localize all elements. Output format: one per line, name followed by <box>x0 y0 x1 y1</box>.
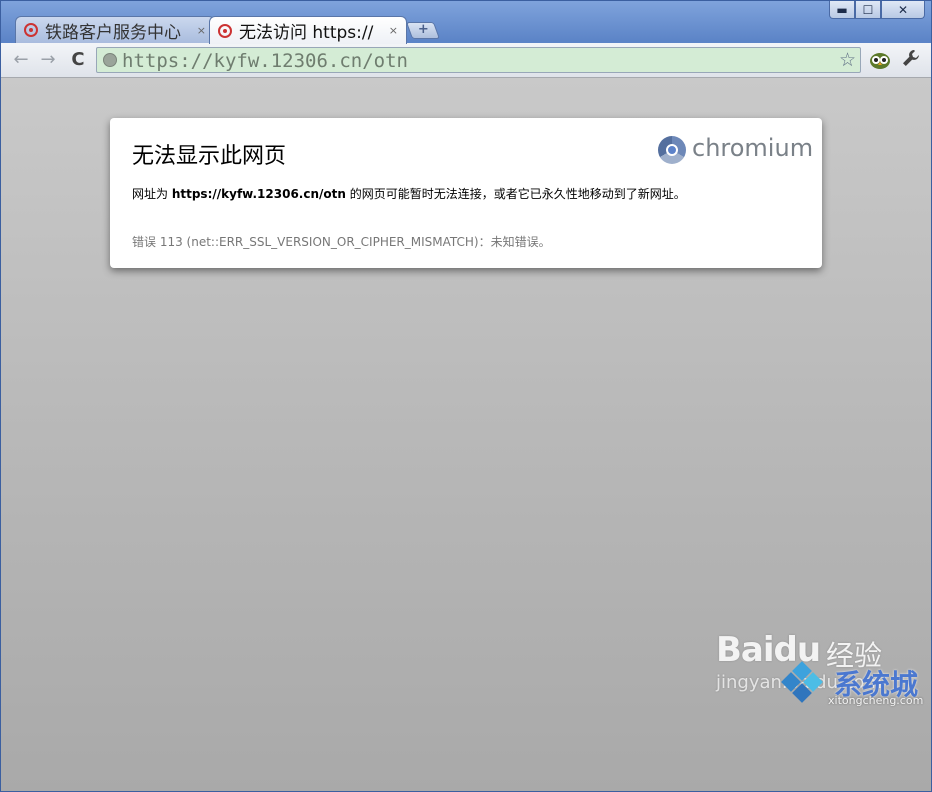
tab-strip: 铁路客户服务中心 × 无法访问 https:// × + <box>9 16 609 44</box>
tab-cannot-access[interactable]: 无法访问 https:// × <box>209 16 407 44</box>
minimize-button[interactable]: ▬ <box>829 1 855 19</box>
xitongcheng-logo-icon <box>781 661 823 703</box>
globe-icon <box>103 53 117 67</box>
tab-title: 无法访问 https:// <box>239 23 374 43</box>
reload-button[interactable]: C <box>67 49 89 71</box>
error-title: 无法显示此网页 <box>132 144 287 169</box>
tab-close-icon[interactable]: × <box>197 24 206 37</box>
wrench-menu-icon[interactable] <box>900 48 922 70</box>
chromium-brand-text: chromium <box>692 134 814 162</box>
chromium-icon <box>658 136 686 164</box>
maximize-button[interactable]: ☐ <box>855 1 881 19</box>
railway-favicon-icon <box>218 23 232 38</box>
toolbar: ← → C https://kyfw.12306.cn/otn ☆ <box>1 43 931 78</box>
error-panel: 无法显示此网页 网址为 https://kyfw.12306.cn/otn 的网… <box>110 118 822 268</box>
chromium-logo: chromium <box>658 134 813 168</box>
bookmark-star-icon[interactable]: ☆ <box>839 48 856 72</box>
extension-owl-icon[interactable] <box>869 50 891 70</box>
wrench-icon <box>903 50 919 66</box>
tab-title: 铁路客户服务中心 <box>45 22 181 43</box>
message-prefix: 网址为 <box>132 187 172 201</box>
error-code: 错误 113 (net::ERR_SSL_VERSION_OR_CIPHER_M… <box>132 235 551 249</box>
forward-button[interactable]: → <box>37 49 59 71</box>
railway-favicon-icon <box>24 23 38 37</box>
url-text[interactable]: https://kyfw.12306.cn/otn <box>122 49 408 73</box>
plus-icon: + <box>417 22 429 37</box>
window-controls: ▬ ☐ ✕ <box>829 1 925 19</box>
new-tab-button[interactable]: + <box>405 22 441 39</box>
close-window-button[interactable]: ✕ <box>881 1 925 19</box>
xitongcheng-domain-text: xitongcheng.com <box>828 694 924 707</box>
address-bar[interactable]: https://kyfw.12306.cn/otn ☆ <box>96 47 861 73</box>
tab-railway-service[interactable]: 铁路客户服务中心 × <box>15 16 215 43</box>
message-url: https://kyfw.12306.cn/otn <box>171 187 346 201</box>
error-message: 网址为 https://kyfw.12306.cn/otn 的网页可能暂时无法连… <box>132 185 686 202</box>
back-button[interactable]: ← <box>10 49 32 71</box>
tab-close-icon[interactable]: × <box>389 24 398 37</box>
watermark: Baidu 经验 jingyan.baidu.com 系统城 xitongche… <box>714 608 929 708</box>
message-suffix: 的网页可能暂时无法连接，或者它已永久性地移动到了新网址。 <box>345 187 686 201</box>
owl-icon <box>870 53 890 69</box>
